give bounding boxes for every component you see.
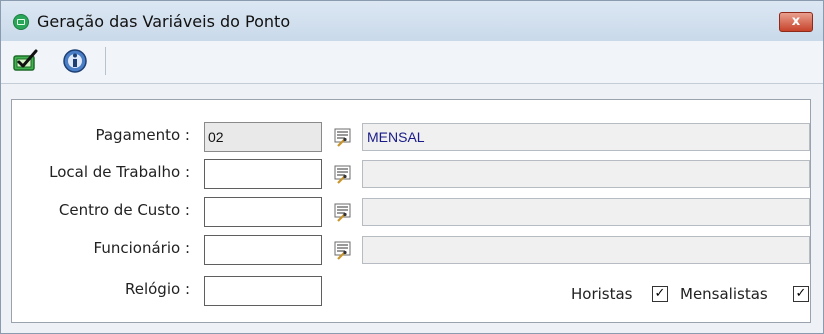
horistas-checkbox[interactable]: ✓ [652, 286, 668, 302]
app-icon [13, 14, 29, 30]
info-icon [63, 49, 87, 73]
relogio-field[interactable] [204, 276, 322, 306]
info-button[interactable] [61, 48, 89, 74]
lookup-list-icon [334, 241, 351, 260]
dialog-window: Geração das Variáveis do Ponto x Pagamen… [0, 0, 824, 334]
funcionario-lookup-button[interactable] [332, 239, 354, 261]
relogio-label: Relógio : [124, 280, 190, 298]
toolbar [1, 41, 823, 84]
centro-custo-field[interactable] [204, 197, 322, 227]
pagamento-field[interactable]: 02 [204, 122, 322, 152]
title-bar[interactable]: Geração das Variáveis do Ponto x [1, 1, 823, 41]
lookup-list-icon [334, 165, 351, 184]
local-trabalho-label: Local de Trabalho : [49, 163, 190, 181]
funcionario-description [362, 236, 810, 264]
centro-custo-description [362, 198, 810, 226]
funcionario-label: Funcionário : [93, 239, 190, 257]
form-panel: Pagamento : 02 MENSAL Local de Trabalho … [11, 99, 811, 323]
window-title: Geração das Variáveis do Ponto [37, 12, 291, 31]
centro-custo-lookup-button[interactable] [332, 201, 354, 223]
pagamento-lookup-button[interactable] [332, 126, 354, 148]
local-trabalho-description [362, 160, 810, 188]
lookup-list-icon [334, 203, 351, 222]
pagamento-description: MENSAL [362, 123, 810, 151]
toolbar-separator [105, 47, 106, 75]
pagamento-label: Pagamento : [95, 126, 190, 144]
execute-check-icon [13, 49, 38, 71]
local-trabalho-field[interactable] [204, 159, 322, 189]
close-button[interactable]: x [779, 12, 813, 32]
horistas-label: Horistas [571, 285, 633, 303]
centro-custo-label: Centro de Custo : [58, 201, 190, 219]
mensalistas-label: Mensalistas [680, 285, 768, 303]
funcionario-field[interactable] [204, 235, 322, 265]
lookup-list-icon [334, 128, 351, 147]
execute-button[interactable] [11, 48, 39, 74]
local-trabalho-lookup-button[interactable] [332, 163, 354, 185]
mensalistas-checkbox[interactable]: ✓ [793, 286, 809, 302]
